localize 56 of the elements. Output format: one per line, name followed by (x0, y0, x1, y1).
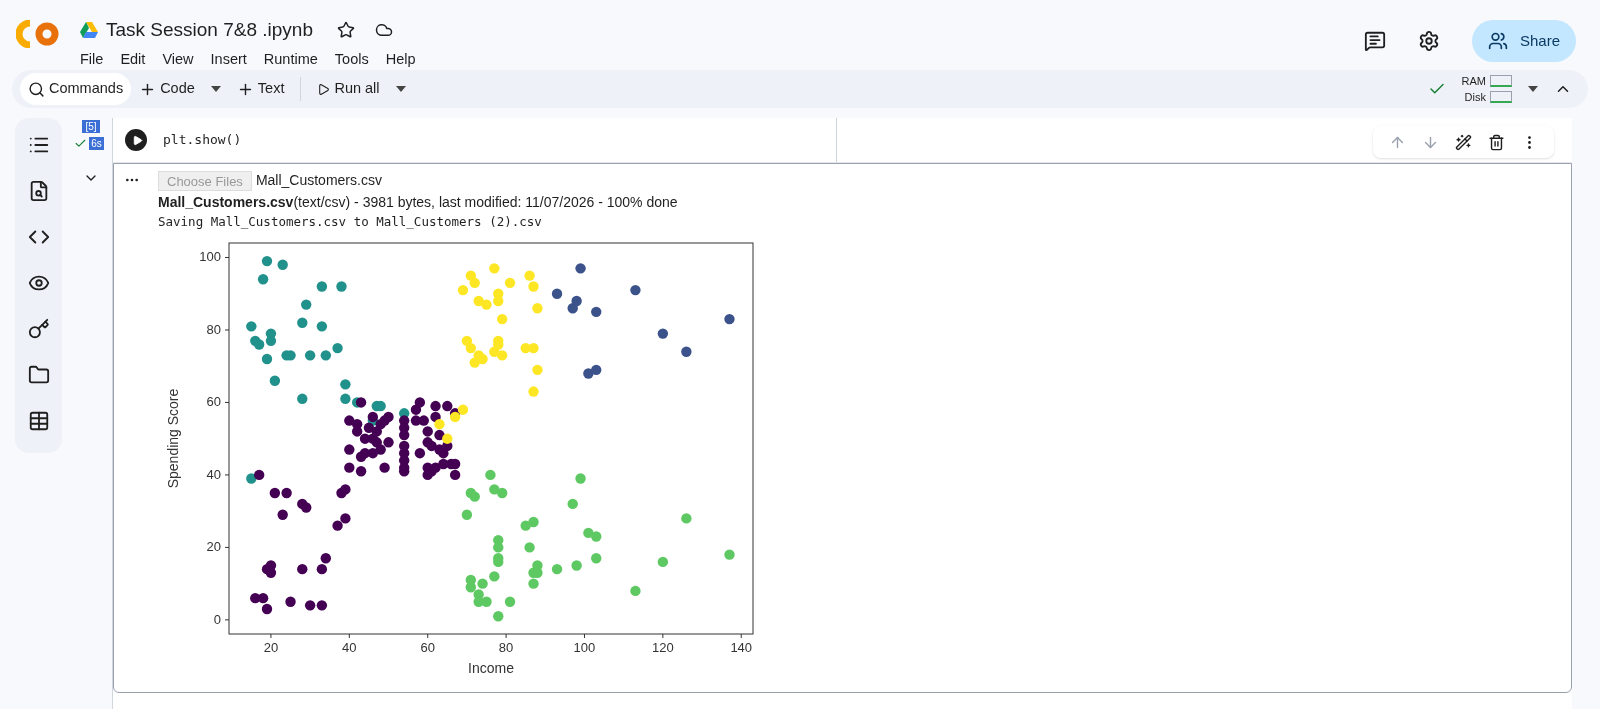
run-cell-button[interactable] (125, 129, 147, 151)
file-name: Mall_Customers.csv (255, 171, 382, 190)
ram-label: RAM (1461, 74, 1486, 89)
y-tick-label: 100 (199, 249, 221, 265)
caret-icon (210, 86, 221, 92)
logo-icon[interactable] (16, 20, 60, 48)
x-tick-label: 100 (573, 639, 596, 655)
x-tick-label: 40 (342, 639, 357, 655)
x-tick-label: 120 (652, 639, 674, 655)
caret-icon (395, 86, 406, 92)
ram-meter (1490, 75, 1512, 87)
notebook-title[interactable]: Task Session 7&8 .ipynb (106, 16, 313, 45)
disk-label: Disk (1464, 90, 1486, 105)
y-tick-label: 60 (206, 394, 221, 410)
x-axis-label: Income (468, 659, 514, 676)
play-icon (317, 82, 331, 96)
menu-item[interactable]: File (80, 48, 104, 71)
saving-message: Saving Mall_Customers.csv to Mall_Customers (2).csv (158, 213, 543, 231)
menu-item[interactable]: Insert (210, 48, 247, 71)
menu-item[interactable]: Runtime (263, 48, 318, 71)
run-duration: 6s (89, 137, 104, 150)
search-icon (28, 80, 45, 98)
y-tick-label: 80 (206, 321, 221, 337)
menu-item[interactable]: Help (385, 48, 416, 71)
star-icon[interactable] (337, 21, 355, 40)
commands-button[interactable]: Commands (20, 73, 132, 105)
menu-item[interactable]: Edit (120, 48, 146, 71)
execution-count: [5] (82, 120, 100, 133)
x-tick-label: 140 (730, 639, 753, 655)
menu-item[interactable]: Tools (334, 48, 369, 71)
comment-icon[interactable] (1363, 30, 1386, 52)
folder-icon[interactable] (27, 364, 50, 386)
caret-icon[interactable] (1528, 86, 1538, 92)
code-line: plt.show() (163, 131, 242, 150)
toolbar-button[interactable]: Code (131, 73, 229, 105)
table-icon[interactable] (27, 410, 50, 432)
toolbar-button[interactable]: Text (228, 73, 293, 105)
share-button[interactable]: Share (1471, 20, 1576, 62)
delete-icon[interactable] (1488, 133, 1505, 151)
x-tick-label: 80 (498, 639, 514, 655)
toolbar-button[interactable]: Run all (309, 73, 414, 105)
upload-info: Mall_Customers.csv(text/csv) - 3981 bytes, last modified: 11/07/2026 - 100% done (158, 193, 679, 212)
y-tick-label: 20 (206, 539, 221, 555)
y-tick-label: 40 (206, 466, 221, 482)
menu-item[interactable]: View (162, 48, 194, 71)
settings-icon[interactable] (1417, 30, 1440, 52)
y-axis-label: Spending Score (165, 388, 181, 489)
x-tick-label: 60 (420, 639, 435, 655)
drive-icon (80, 22, 98, 39)
x-tick-label: 20 (263, 639, 279, 655)
play-icon (131, 134, 143, 146)
people-icon (1487, 31, 1508, 51)
disk-meter (1490, 91, 1512, 103)
y-tick-label: 0 (213, 611, 221, 627)
magic-pen-icon[interactable] (1455, 133, 1472, 151)
key-icon[interactable] (27, 318, 50, 340)
